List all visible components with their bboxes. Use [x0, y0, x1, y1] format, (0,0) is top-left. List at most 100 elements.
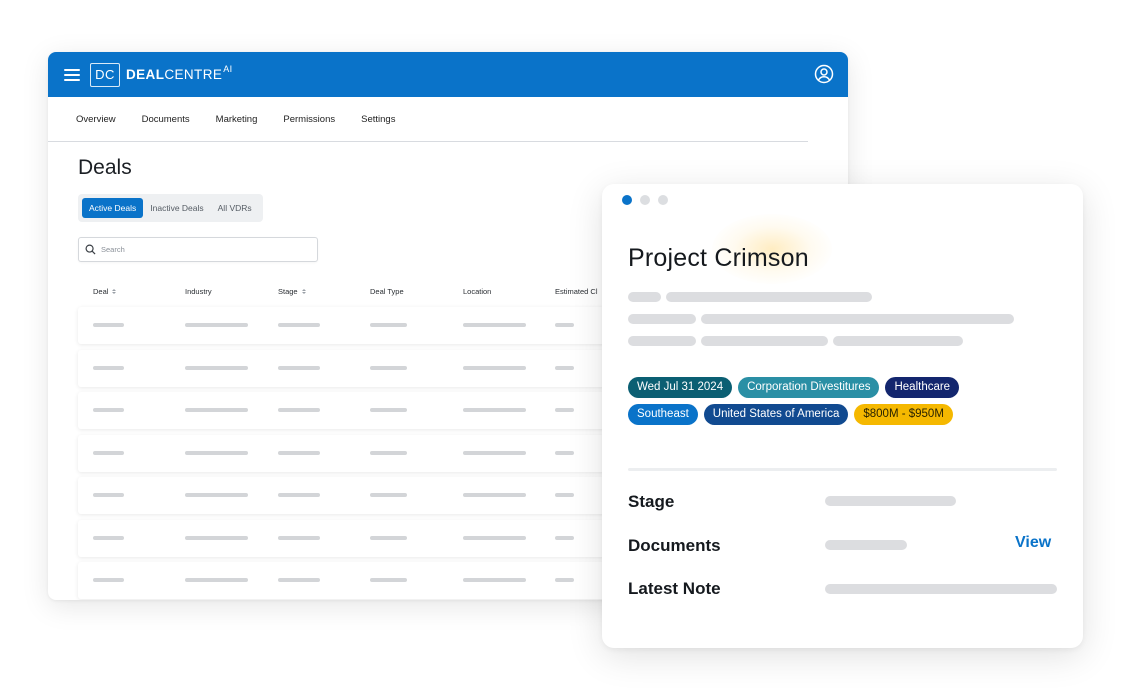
skeleton-line	[628, 314, 696, 324]
cell-skeleton	[93, 450, 124, 455]
nav-item-permissions[interactable]: Permissions	[283, 114, 335, 125]
cell-skeleton	[555, 450, 574, 455]
cell-skeleton	[93, 323, 124, 327]
cell-skeleton	[185, 450, 248, 455]
search-input[interactable]	[101, 245, 301, 254]
cell-skeleton	[185, 493, 248, 497]
search-box	[78, 237, 318, 262]
cell-skeleton	[555, 578, 574, 582]
cell-skeleton	[93, 535, 124, 540]
deal-title: Project Crimson	[628, 244, 809, 272]
cell-skeleton	[370, 450, 407, 455]
section-divider	[628, 468, 1057, 471]
cell-skeleton	[463, 450, 526, 455]
cell-skeleton	[555, 365, 574, 370]
logo-ai-superscript: AI	[223, 64, 233, 74]
cell-skeleton	[555, 408, 574, 412]
top-bar: DC DEAL CENTRE AI	[48, 52, 848, 97]
deal-tag[interactable]: Corporation Divestitures	[738, 377, 880, 398]
cell-skeleton	[278, 450, 320, 455]
user-account-icon[interactable]	[814, 64, 834, 84]
logo-wordmark: DEAL CENTRE AI	[126, 64, 233, 82]
skeleton-line	[701, 314, 1014, 324]
cell-skeleton	[370, 493, 407, 497]
cell-skeleton	[185, 535, 248, 540]
carousel-dot-2[interactable]	[640, 195, 650, 205]
nav-item-marketing[interactable]: Marketing	[216, 114, 258, 125]
stage-value-skeleton	[825, 496, 956, 506]
deal-tag[interactable]: $800M - $950M	[854, 404, 953, 425]
cell-skeleton	[93, 493, 124, 497]
cell-skeleton	[463, 323, 526, 327]
deal-tag[interactable]: Healthcare	[885, 377, 960, 398]
tab-active-deals[interactable]: Active Deals	[82, 198, 144, 218]
logo-word-centre: CENTRE	[164, 67, 223, 82]
cell-skeleton	[555, 323, 574, 327]
documents-label: Documents	[628, 536, 721, 555]
skeleton-line	[628, 336, 696, 346]
skeleton-line	[701, 336, 828, 346]
deal-tag[interactable]: United States of America	[703, 404, 849, 425]
cell-skeleton	[278, 408, 320, 412]
cell-skeleton	[555, 493, 574, 497]
cell-skeleton	[278, 365, 320, 370]
cell-skeleton	[370, 365, 407, 370]
cell-skeleton	[370, 323, 407, 327]
cell-skeleton	[555, 535, 574, 540]
deal-tags: Wed Jul 31 2024 Corporation Divestitures H…	[628, 377, 1068, 431]
carousel-dot-3[interactable]	[658, 195, 668, 205]
cell-skeleton	[278, 535, 320, 540]
search-icon	[85, 244, 96, 255]
sort-icon[interactable]	[301, 289, 306, 294]
latest-note-label: Latest Note	[628, 579, 721, 598]
column-header-location: Location	[463, 287, 492, 296]
stage-label: Stage	[628, 492, 675, 511]
skeleton-line	[833, 336, 963, 346]
sort-icon[interactable]	[112, 289, 117, 294]
cell-skeleton	[185, 323, 248, 327]
logo-word-deal: DEAL	[126, 67, 165, 82]
deal-filter-tabs: Active Deals Inactive Deals All VDRs	[78, 194, 263, 222]
cell-skeleton	[278, 323, 320, 327]
column-header-industry: Industry	[185, 287, 212, 296]
tag-row: Southeast United States of America $800M -…	[628, 404, 1068, 425]
cell-skeleton	[278, 493, 320, 497]
tab-inactive-deals[interactable]: Inactive Deals	[143, 198, 210, 218]
page-title: Deals	[78, 156, 132, 179]
cell-skeleton	[185, 578, 248, 582]
secondary-nav: Overview Documents Marketing Permissions…	[48, 97, 848, 142]
cell-skeleton	[278, 578, 320, 582]
cell-skeleton	[370, 408, 407, 412]
latest-note-value-skeleton	[825, 584, 1057, 594]
hamburger-menu-icon[interactable]	[64, 68, 80, 81]
cell-skeleton	[93, 578, 124, 582]
nav-item-documents[interactable]: Documents	[142, 114, 190, 125]
cell-skeleton	[463, 578, 526, 582]
nav-item-settings[interactable]: Settings	[361, 114, 395, 125]
cell-skeleton	[463, 493, 526, 497]
cell-skeleton	[463, 408, 526, 412]
tag-row: Wed Jul 31 2024 Corporation Divestitures H…	[628, 377, 1068, 398]
deal-tag[interactable]: Wed Jul 31 2024	[628, 377, 733, 398]
cell-skeleton	[93, 408, 124, 412]
nav-item-overview[interactable]: Overview	[76, 114, 116, 125]
cell-skeleton	[370, 535, 407, 540]
deal-tag[interactable]: Southeast	[628, 404, 698, 425]
logo-mark: DC	[90, 62, 120, 87]
tab-all-vdrs[interactable]: All VDRs	[211, 198, 259, 218]
skeleton-line	[628, 292, 661, 302]
documents-value-skeleton	[825, 540, 907, 550]
cell-skeleton	[463, 535, 526, 540]
cell-skeleton	[185, 408, 248, 412]
column-header-stage[interactable]: Stage	[278, 287, 306, 296]
cell-skeleton	[370, 578, 407, 582]
column-header-deal[interactable]: Deal	[93, 287, 117, 296]
cell-skeleton	[93, 365, 124, 370]
carousel-dot-1[interactable]	[622, 195, 632, 205]
skeleton-line	[666, 292, 872, 302]
deal-detail-card: Project Crimson Wed Jul 31 2024 Corporati…	[602, 184, 1083, 648]
cell-skeleton	[185, 365, 248, 370]
carousel-dots	[622, 195, 668, 205]
column-header-estimated-close: Estimated Cl	[555, 287, 598, 296]
view-documents-link[interactable]: View	[1015, 534, 1051, 552]
